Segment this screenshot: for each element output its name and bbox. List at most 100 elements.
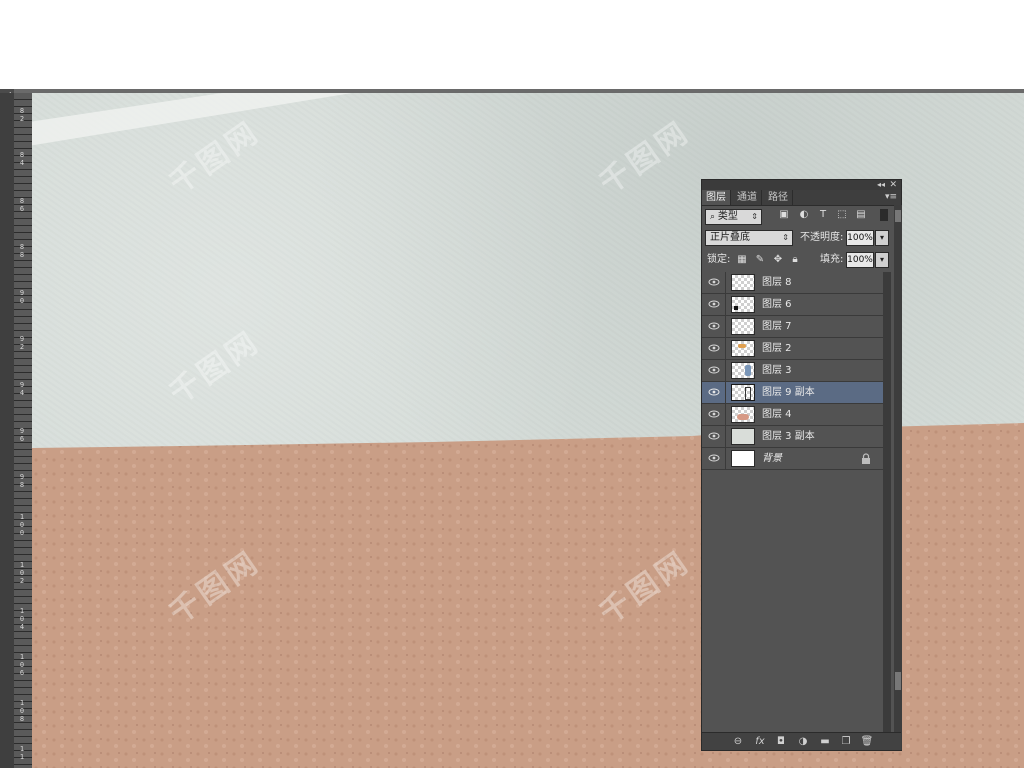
layer-row[interactable]: 图层 2 bbox=[702, 338, 883, 360]
ruler-label: 9 2 bbox=[19, 335, 25, 351]
panel-menu-icon[interactable]: ▾≡ bbox=[885, 190, 897, 205]
tab-channels[interactable]: 通道 bbox=[733, 190, 762, 205]
row-divider bbox=[725, 272, 726, 293]
pixel-filter-icon[interactable]: ▣ bbox=[778, 209, 790, 221]
layers-scrollbar[interactable] bbox=[883, 272, 891, 732]
fx-icon[interactable]: fx bbox=[752, 735, 768, 748]
blend-row: 正片叠底 ⇕ 不透明度: 100% ▾ bbox=[702, 228, 901, 249]
vertical-ruler: 8 2 8 4 8 6 8 8 9 0 9 2 9 4 9 6 9 8 1 0 … bbox=[0, 93, 32, 768]
layer-name: 图层 8 bbox=[762, 277, 792, 288]
layer-row[interactable]: 图层 6 bbox=[702, 294, 883, 316]
visibility-eye-icon[interactable] bbox=[708, 387, 720, 397]
ruler-label: 8 2 bbox=[19, 107, 25, 123]
filter-kind-label: 类型 bbox=[717, 211, 738, 222]
ruler-label: 8 6 bbox=[19, 197, 25, 213]
layer-thumbnail bbox=[731, 406, 755, 423]
layer-row[interactable]: 图层 3 bbox=[702, 360, 883, 382]
layer-row[interactable]: 图层 4 bbox=[702, 404, 883, 426]
lock-label: 锁定: bbox=[707, 254, 731, 265]
scroll-thumb[interactable] bbox=[895, 210, 901, 222]
adjustment-icon[interactable]: ◑ bbox=[795, 735, 811, 748]
row-divider bbox=[725, 338, 726, 359]
filter-kind-select[interactable]: ⌕ 类型 ⇕ bbox=[705, 209, 762, 225]
layer-name: 图层 6 bbox=[762, 299, 792, 310]
smart-object-filter-icon[interactable]: ▤ bbox=[855, 209, 867, 221]
layer-thumbnail bbox=[731, 274, 755, 291]
ruler-label: 1 0 8 bbox=[19, 699, 25, 723]
layer-name: 图层 3 副本 bbox=[762, 431, 815, 442]
layer-name: 图层 4 bbox=[762, 409, 792, 420]
panel-title-bar[interactable]: ◂◂ ✕ bbox=[702, 180, 901, 190]
updown-icon: ⇕ bbox=[751, 212, 758, 221]
collapse-panel-icon[interactable]: ◂◂ bbox=[877, 180, 885, 190]
folder-icon[interactable]: ▬ bbox=[817, 735, 833, 748]
panel-side-scrollbar[interactable] bbox=[894, 205, 902, 750]
ruler-label: 9 4 bbox=[19, 381, 25, 397]
shape-filter-icon[interactable]: ⬚ bbox=[836, 209, 848, 221]
visibility-eye-icon[interactable] bbox=[708, 299, 720, 309]
opacity-dropdown-icon[interactable]: ▾ bbox=[875, 230, 889, 246]
filter-toggle-icon[interactable] bbox=[880, 209, 888, 221]
layer-row[interactable]: 背景 bbox=[702, 448, 883, 470]
mask-icon[interactable]: ◘ bbox=[773, 735, 789, 748]
ruler-label: 8 8 bbox=[19, 243, 25, 259]
layer-thumbnail bbox=[731, 384, 755, 401]
ruler-label: 9 6 bbox=[19, 427, 25, 443]
layer-thumbnail bbox=[731, 318, 755, 335]
opacity-input[interactable]: 100% bbox=[846, 230, 874, 246]
visibility-eye-icon[interactable] bbox=[708, 431, 720, 441]
visibility-eye-icon[interactable] bbox=[708, 365, 720, 375]
panel-footer: ⊖ fx ◘ ◑ ▬ ❐ 🗑︎ bbox=[702, 732, 901, 750]
link-icon[interactable]: ⊖ bbox=[730, 735, 746, 748]
layer-thumbnail bbox=[731, 450, 755, 467]
visibility-eye-icon[interactable] bbox=[708, 343, 720, 353]
row-divider bbox=[725, 426, 726, 447]
ruler-label: 1 0 0 bbox=[19, 513, 25, 537]
blend-mode-select[interactable]: 正片叠底 ⇕ bbox=[705, 230, 793, 246]
new-layer-icon[interactable]: ❐ bbox=[838, 735, 854, 748]
top-blank-area bbox=[0, 0, 1024, 89]
fill-input[interactable]: 100% bbox=[846, 252, 874, 268]
opacity-label: 不透明度: bbox=[800, 232, 844, 243]
layer-thumbnail bbox=[731, 296, 755, 313]
layer-thumbnail bbox=[731, 340, 755, 357]
ruler-label: 1 0 2 bbox=[19, 561, 25, 585]
layer-row[interactable]: 图层 3 副本 bbox=[702, 426, 883, 448]
lock-transparency-icon[interactable]: ▦ bbox=[736, 254, 748, 266]
layer-row-selected[interactable]: 图层 9 副本 bbox=[702, 382, 883, 404]
row-divider bbox=[725, 316, 726, 337]
visibility-eye-icon[interactable] bbox=[708, 409, 720, 419]
visibility-eye-icon[interactable] bbox=[708, 453, 720, 463]
layer-name: 图层 3 bbox=[762, 365, 792, 376]
blend-mode-label: 正片叠底 bbox=[710, 232, 750, 243]
canvas-light-streak bbox=[32, 93, 352, 146]
fill-dropdown-icon[interactable]: ▾ bbox=[875, 252, 889, 268]
layer-row[interactable]: 图层 7 bbox=[702, 316, 883, 338]
ruler-label: 9 0 bbox=[19, 289, 25, 305]
visibility-eye-icon[interactable] bbox=[708, 321, 720, 331]
ruler-label: 9 8 bbox=[19, 473, 25, 489]
tab-layers[interactable]: 图层 bbox=[702, 190, 731, 205]
layer-name: 背景 bbox=[762, 453, 782, 464]
layer-thumbnail bbox=[731, 428, 755, 445]
lock-row: 锁定: ▦ ✎ ✥ 🔒︎ 填充: 100% ▾ bbox=[702, 250, 901, 271]
updown-icon: ⇕ bbox=[782, 233, 789, 242]
layer-row[interactable]: 图层 8 bbox=[702, 272, 883, 294]
tab-paths[interactable]: 路径 bbox=[764, 190, 793, 205]
lock-paint-icon[interactable]: ✎ bbox=[754, 254, 766, 266]
layer-thumbnail bbox=[731, 362, 755, 379]
ruler-label: 1 0 4 bbox=[19, 607, 25, 631]
trash-icon[interactable]: 🗑︎ bbox=[859, 735, 875, 748]
visibility-eye-icon[interactable] bbox=[708, 277, 720, 287]
type-filter-icon[interactable]: T bbox=[817, 209, 829, 221]
row-divider bbox=[725, 382, 726, 403]
lock-icon bbox=[862, 453, 870, 464]
close-panel-icon[interactable]: ✕ bbox=[889, 180, 897, 190]
layer-name: 图层 7 bbox=[762, 321, 792, 332]
layer-name: 图层 9 副本 bbox=[762, 387, 815, 398]
adjustment-filter-icon[interactable]: ◐ bbox=[798, 209, 810, 221]
row-divider bbox=[725, 360, 726, 381]
scroll-thumb-bottom[interactable] bbox=[895, 672, 901, 690]
lock-all-icon[interactable]: 🔒︎ bbox=[789, 254, 801, 266]
lock-position-icon[interactable]: ✥ bbox=[772, 254, 784, 266]
